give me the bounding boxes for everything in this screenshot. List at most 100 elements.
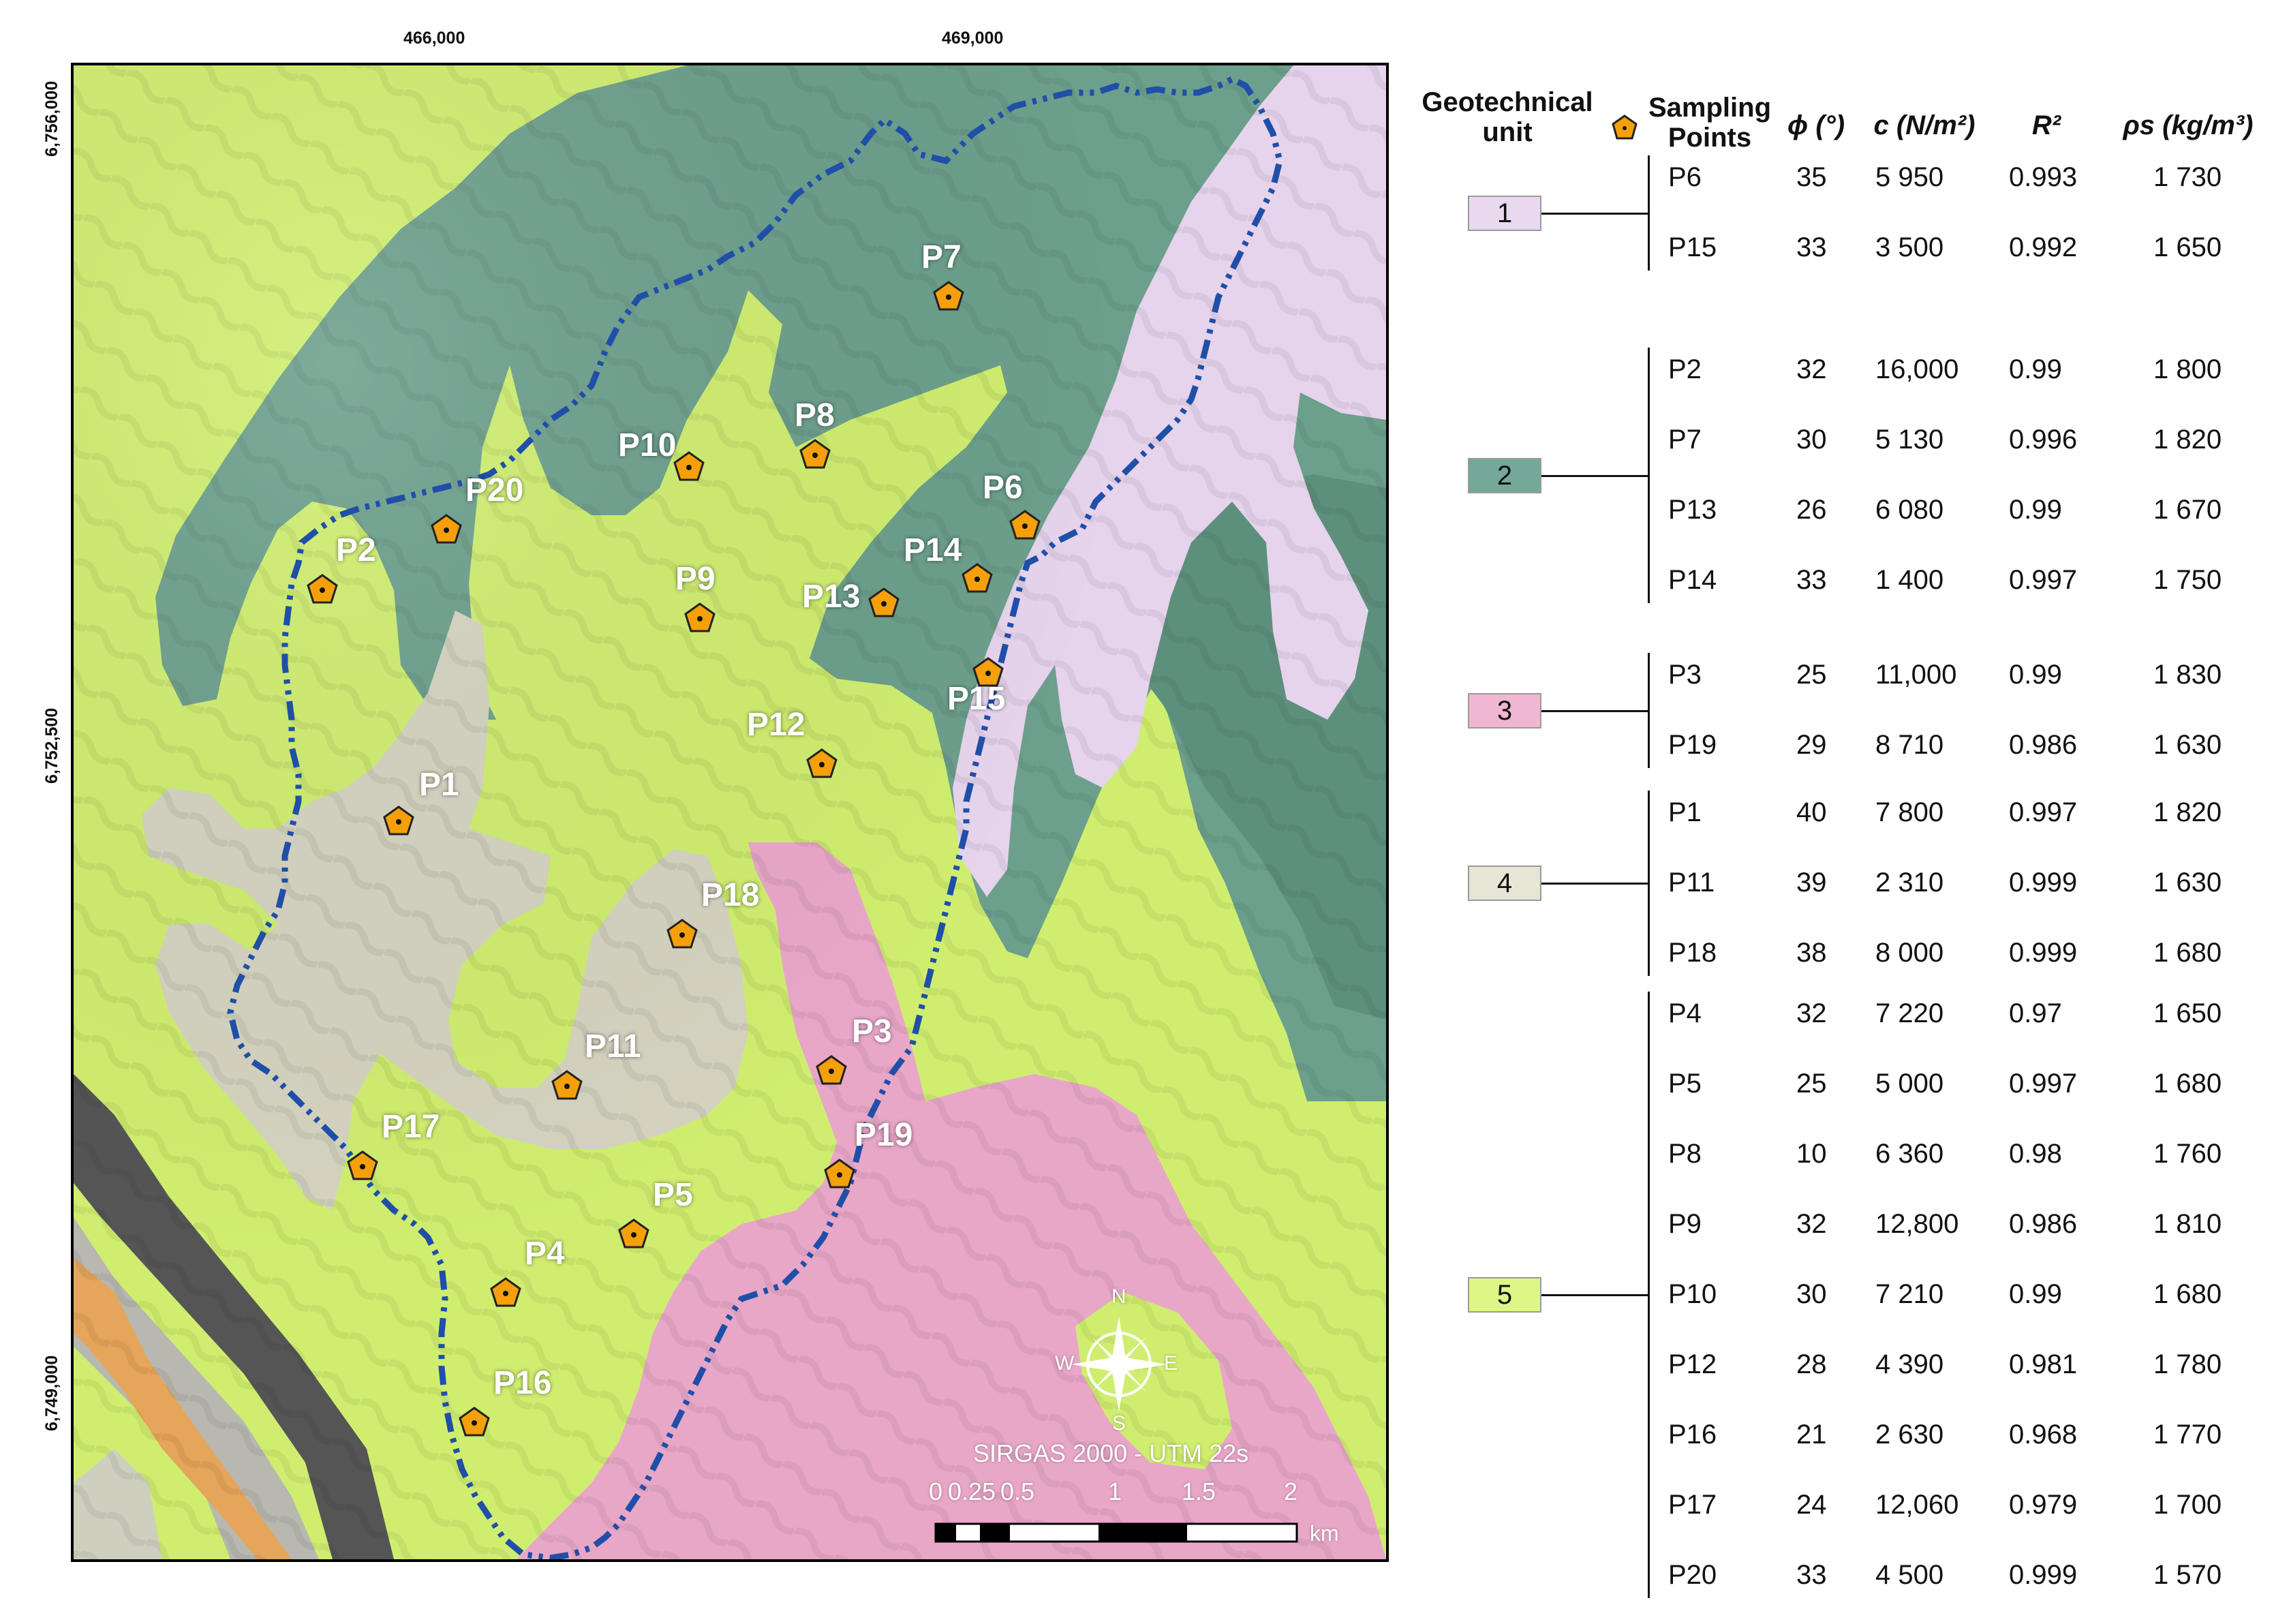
point-label-p20: P20 [465,472,524,508]
point-label-p12: P12 [747,707,805,743]
cell-point: P7 [1668,425,1702,455]
cell-c: 1 400 [1875,565,1944,595]
cell-c: 11,000 [1875,660,1957,690]
cell-r2: 0.992 [2009,232,2078,262]
cell-phi: 33 [1796,1560,1827,1590]
cell-phi: 32 [1796,1209,1827,1239]
cell-c: 5 000 [1875,1069,1944,1099]
header-c: c (N/m²) [1873,110,1976,140]
scale-bar [934,1522,1298,1543]
cell-phi: 30 [1796,425,1827,455]
point-label-p5: P5 [653,1177,693,1213]
compass-s: S [1112,1412,1126,1435]
scale-label-025: 0.25 [948,1477,996,1505]
cell-phi: 33 [1796,232,1827,262]
cell-c: 2 310 [1875,868,1944,898]
compass-n: N [1111,1285,1126,1308]
sampling-point-legend-icon [1612,114,1638,140]
x-tick-466000: 466,000 [403,29,465,48]
point-label-p19: P19 [855,1117,913,1153]
cell-point: P3 [1668,660,1702,690]
cell-r2: 0.979 [2009,1490,2078,1520]
point-label-p8: P8 [795,397,835,433]
cell-rho: 1 750 [2153,565,2222,595]
cell-rho: 1 680 [2153,938,2222,968]
cell-r2: 0.97 [2009,998,2062,1028]
cell-point: P16 [1668,1420,1717,1450]
cell-r2: 0.968 [2009,1420,2078,1450]
x-tick-469000: 469,000 [942,29,1004,48]
unit-swatch-5: 5 [1468,1277,1541,1313]
scale-unit: km [1310,1521,1339,1546]
cell-c: 4 390 [1875,1349,1944,1379]
cell-point: P6 [1668,162,1702,192]
cell-point: P5 [1668,1069,1702,1099]
cell-c: 6 360 [1875,1139,1944,1169]
cell-rho: 1 810 [2153,1209,2222,1239]
compass-w: W [1055,1352,1075,1375]
cell-c: 6 080 [1875,495,1944,525]
header-r2: R² [2031,110,2061,140]
cell-rho: 1 680 [2153,1279,2222,1309]
cell-c: 12,060 [1875,1490,1959,1520]
unit-swatch-2: 2 [1468,457,1541,493]
cell-point: P2 [1668,354,1702,384]
header-phi: ϕ (°) [1787,110,1845,140]
cell-c: 7 210 [1875,1279,1944,1309]
cell-rho: 1 730 [2153,162,2222,192]
bracket-horizontal-3 [1541,709,1649,712]
scale-label-0: 0 [929,1477,943,1505]
point-label-p4: P4 [525,1236,565,1272]
cell-c: 5 130 [1875,425,1944,455]
cell-phi: 10 [1796,1139,1827,1169]
cell-point: P14 [1668,565,1717,595]
geotechnical-map[interactable]: P1 P2 P3 P4 P5 P6 P7 P8 P9 P10 P11 P12 P13 P14 P15 P16 P… [71,63,1389,1562]
cell-r2: 0.99 [2009,660,2062,690]
point-label-p7: P7 [921,239,962,275]
unit-swatch-1: 1 [1468,195,1541,231]
scale-label-05: 0.5 [1000,1477,1035,1505]
cell-r2: 0.999 [2009,938,2078,968]
cell-point: P19 [1668,730,1717,760]
cell-r2: 0.997 [2009,565,2078,595]
point-label-p6: P6 [983,470,1023,506]
cell-rho: 1 780 [2153,1349,2222,1379]
cell-rho: 1 770 [2153,1420,2222,1450]
bracket-horizontal-1 [1541,212,1649,215]
cell-rho: 1 830 [2153,660,2222,690]
cell-r2: 0.999 [2009,868,2078,898]
cell-c: 4 500 [1875,1560,1944,1590]
cell-point: P10 [1668,1279,1717,1309]
cell-phi: 24 [1796,1490,1827,1520]
bracket-horizontal-4 [1541,883,1649,885]
cell-phi: 25 [1796,660,1827,690]
cell-rho: 1 650 [2153,998,2222,1028]
cell-point: P1 [1668,797,1702,827]
cell-point: P20 [1668,1560,1717,1590]
cell-c: 5 950 [1875,162,1944,192]
cell-phi: 32 [1796,998,1827,1028]
cell-point: P18 [1668,938,1717,968]
point-label-p18: P18 [701,877,760,913]
cell-rho: 1 570 [2153,1560,2222,1590]
header-rho: ρs (kg/m³) [2123,110,2254,140]
unit-swatch-4: 4 [1468,865,1541,901]
cell-phi: 39 [1796,868,1827,898]
cell-rho: 1 800 [2153,354,2222,384]
map-canvas [74,65,1386,1559]
bracket-horizontal-2 [1541,474,1649,477]
y-tick-6752500: 6,752,500 [42,707,61,784]
cell-r2: 0.99 [2009,354,2062,384]
cell-c: 16,000 [1875,354,1959,384]
unit-swatch-3: 3 [1468,692,1541,729]
cell-phi: 25 [1796,1069,1827,1099]
hillshade-light [74,65,1386,1559]
cell-r2: 0.986 [2009,730,2078,760]
cell-rho: 1 650 [2153,232,2222,262]
y-tick-6749000: 6,749,000 [42,1355,61,1431]
cell-r2: 0.993 [2009,162,2078,192]
cell-rho: 1 820 [2153,425,2222,455]
cell-phi: 35 [1796,162,1827,192]
cell-phi: 26 [1796,495,1827,525]
cell-r2: 0.986 [2009,1209,2078,1239]
